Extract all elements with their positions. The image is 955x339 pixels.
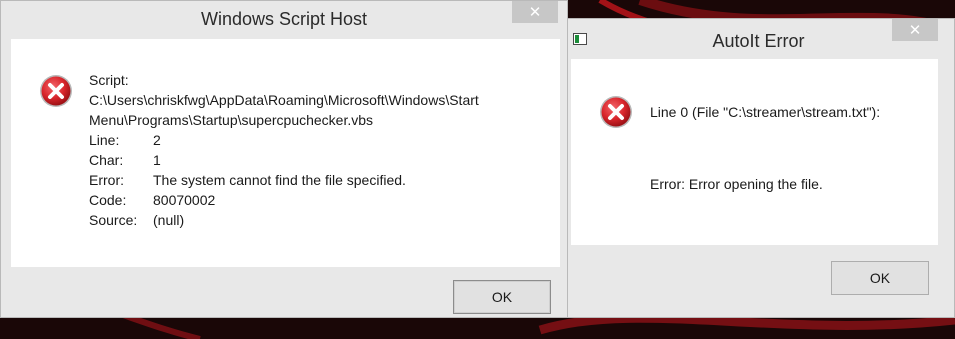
source-value: (null) <box>153 212 185 228</box>
wsh-dialog: Windows Script Host ✕ Script: C:\Users\c… <box>0 0 568 318</box>
char-value: 1 <box>153 152 161 168</box>
code-label: Code: <box>89 192 127 208</box>
error-label: Error: <box>89 172 124 188</box>
wsh-close-button[interactable]: ✕ <box>512 1 558 23</box>
line-value: 2 <box>153 132 161 148</box>
char-label: Char: <box>89 152 124 168</box>
error-icon <box>599 95 633 129</box>
autoit-error-message: Error: Error opening the file. <box>650 176 823 192</box>
code-value: 80070002 <box>153 192 216 208</box>
script-label: Script: <box>89 72 129 88</box>
autoit-close-button[interactable]: ✕ <box>892 19 938 41</box>
wsh-title: Windows Script Host <box>200 9 368 29</box>
autoit-ok-button[interactable]: OK <box>831 261 929 295</box>
wsh-ok-button[interactable]: OK <box>453 280 551 314</box>
autoit-error-dialog: AutoIt Error ✕ Line 0 (File "C:\streamer… <box>562 18 955 318</box>
script-path-line-1: C:\Users\chriskfwg\AppData\Roaming\Micro… <box>89 92 479 108</box>
line-label: Line: <box>89 132 120 148</box>
autoit-title-bar[interactable]: AutoIt Error ✕ <box>563 19 954 55</box>
wsh-message-area: Script: C:\Users\chriskfwg\AppData\Roami… <box>11 39 560 267</box>
error-value: The system cannot find the file specifie… <box>153 172 406 188</box>
script-path-line-2: Menu\Programs\Startup\supercpuchecker.vb… <box>89 112 374 128</box>
error-icon <box>39 74 73 108</box>
wsh-title-bar[interactable]: Windows Script Host ✕ <box>1 1 567 37</box>
autoit-line-message: Line 0 (File "C:\streamer\stream.txt"): <box>650 104 881 120</box>
autoit-message-area: Line 0 (File "C:\streamer\stream.txt"): … <box>571 59 938 245</box>
source-label: Source: <box>89 212 138 228</box>
